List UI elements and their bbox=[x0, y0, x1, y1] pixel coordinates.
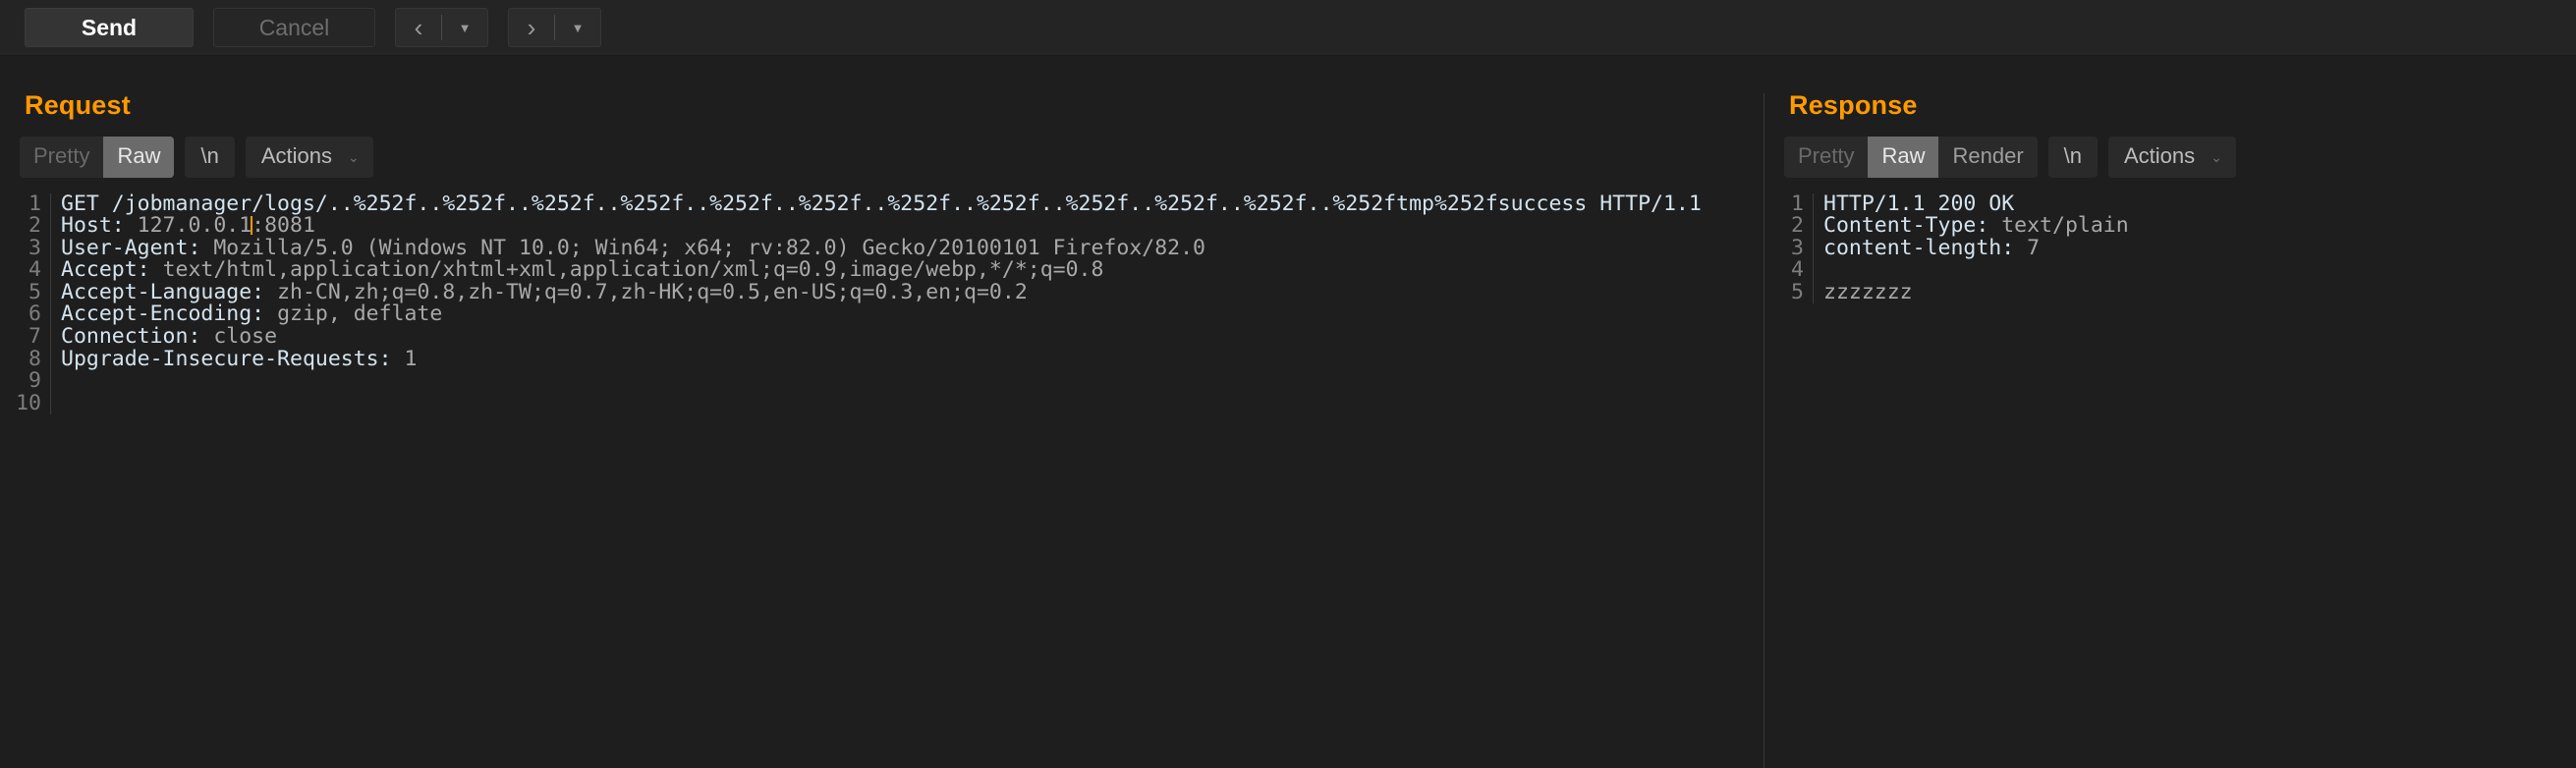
chevron-right-icon: › bbox=[527, 13, 536, 42]
tab-request-raw[interactable]: Raw bbox=[103, 137, 175, 178]
line-number: 6 bbox=[28, 302, 41, 327]
response-panel: Response Pretty Raw Render \n Actions ⌄ … bbox=[1764, 56, 2576, 768]
line-number: 2 bbox=[28, 213, 41, 239]
code-line[interactable]: Accept-Encoding: gzip, deflate bbox=[61, 303, 1702, 326]
code-line[interactable]: Connection: close bbox=[61, 325, 1702, 349]
code-line[interactable] bbox=[61, 393, 1702, 415]
history-back-button[interactable]: ‹ ▼ bbox=[395, 8, 488, 47]
tab-request-newline[interactable]: \n bbox=[185, 137, 235, 178]
send-button-label: Send bbox=[81, 14, 138, 40]
code-line[interactable]: content-length: 7 bbox=[1823, 237, 2129, 260]
line-number: 3 bbox=[28, 235, 41, 260]
tab-request-pretty[interactable]: Pretty bbox=[20, 137, 104, 178]
chevron-down-icon[interactable]: ▼ bbox=[442, 21, 487, 35]
request-tabbar: Pretty Raw \n Actions ⌄ bbox=[0, 121, 1764, 178]
code-line[interactable]: GET /jobmanager/logs/..%252f..%252f..%25… bbox=[61, 192, 1702, 216]
line-number: 2 bbox=[1791, 213, 1804, 239]
request-panel: Request Pretty Raw \n Actions ⌄ 12345678… bbox=[0, 56, 1764, 768]
cancel-button-label: Cancel bbox=[258, 14, 330, 40]
tab-response-pretty[interactable]: Pretty bbox=[1784, 137, 1869, 178]
request-editor[interactable]: 1 2 3 4 5 6 7 8 9 10 GET /jobmanager/logs/..%252f… bbox=[0, 191, 1764, 415]
line-number: 1 bbox=[28, 191, 41, 216]
line-number: 1 bbox=[1791, 191, 1804, 216]
request-gutter: 1 2 3 4 5 6 7 8 9 10 bbox=[0, 191, 51, 415]
request-actions-label: Actions bbox=[260, 143, 332, 168]
line-number: 5 bbox=[1791, 279, 1804, 304]
repeater-toolbar: Send Cancel ‹ ▼ › ▼ bbox=[0, 0, 2576, 56]
code-line[interactable] bbox=[1823, 259, 2129, 282]
code-line[interactable]: Content-Type: text/plain bbox=[1823, 214, 2129, 238]
history-forward-button[interactable]: › ▼ bbox=[508, 8, 601, 47]
line-number: 8 bbox=[28, 346, 41, 371]
line-number: 3 bbox=[1791, 235, 1804, 260]
tab-response-raw[interactable]: Raw bbox=[1868, 137, 1939, 178]
request-code[interactable]: GET /jobmanager/logs/..%252f..%252f..%25… bbox=[51, 192, 1702, 415]
code-line[interactable] bbox=[61, 370, 1702, 393]
request-actions-button[interactable]: Actions ⌄ bbox=[245, 137, 373, 178]
response-actions-button[interactable]: Actions ⌄ bbox=[2108, 137, 2236, 178]
line-number: 4 bbox=[1791, 257, 1804, 283]
response-panel-title: Response bbox=[1789, 90, 1918, 120]
code-line[interactable]: Host: 127.0.0.1:8081 bbox=[61, 214, 1702, 238]
line-number: 10 bbox=[16, 390, 41, 415]
line-number: 9 bbox=[28, 368, 41, 394]
line-number: 4 bbox=[28, 257, 41, 283]
code-line[interactable]: Accept: text/html,application/xhtml+xml,… bbox=[61, 258, 1702, 282]
line-number: 5 bbox=[28, 279, 41, 304]
response-view-tabgroup: Pretty Raw Render bbox=[1784, 137, 2038, 178]
response-code[interactable]: HTTP/1.1 200 OK Content-Type: text/plain c… bbox=[1814, 192, 2129, 304]
chevron-down-icon: ⌄ bbox=[348, 149, 360, 165]
response-actions-label: Actions bbox=[2124, 143, 2196, 168]
cancel-button[interactable]: Cancel bbox=[213, 8, 375, 47]
response-editor[interactable]: 12345 HTTP/1.1 200 OK Content-Type: text/… bbox=[1764, 191, 2576, 304]
request-panel-title: Request bbox=[25, 90, 131, 120]
chevron-down-icon[interactable]: ▼ bbox=[555, 21, 600, 35]
code-line[interactable]: zzzzzzz bbox=[1823, 281, 2129, 304]
chevron-down-icon: ⌄ bbox=[2211, 149, 2222, 165]
request-view-tabgroup: Pretty Raw bbox=[20, 137, 175, 178]
code-line[interactable]: Upgrade-Insecure-Requests: 1 bbox=[61, 348, 1702, 371]
send-button[interactable]: Send bbox=[25, 8, 194, 47]
response-tabbar: Pretty Raw Render \n Actions ⌄ bbox=[1764, 121, 2576, 178]
chevron-left-icon: ‹ bbox=[414, 13, 423, 42]
tab-response-newline[interactable]: \n bbox=[2047, 137, 2098, 178]
code-line[interactable]: HTTP/1.1 200 OK bbox=[1823, 192, 2129, 216]
code-line[interactable]: User-Agent: Mozilla/5.0 (Windows NT 10.0… bbox=[61, 237, 1702, 260]
editor-panels: Request Pretty Raw \n Actions ⌄ 12345678… bbox=[0, 56, 2576, 768]
line-number: 7 bbox=[28, 324, 41, 350]
response-gutter: 12345 bbox=[1764, 191, 1814, 304]
code-line[interactable]: Accept-Language: zh-CN,zh;q=0.8,zh-TW;q=… bbox=[61, 281, 1702, 304]
tab-response-render[interactable]: Render bbox=[1938, 137, 2038, 178]
